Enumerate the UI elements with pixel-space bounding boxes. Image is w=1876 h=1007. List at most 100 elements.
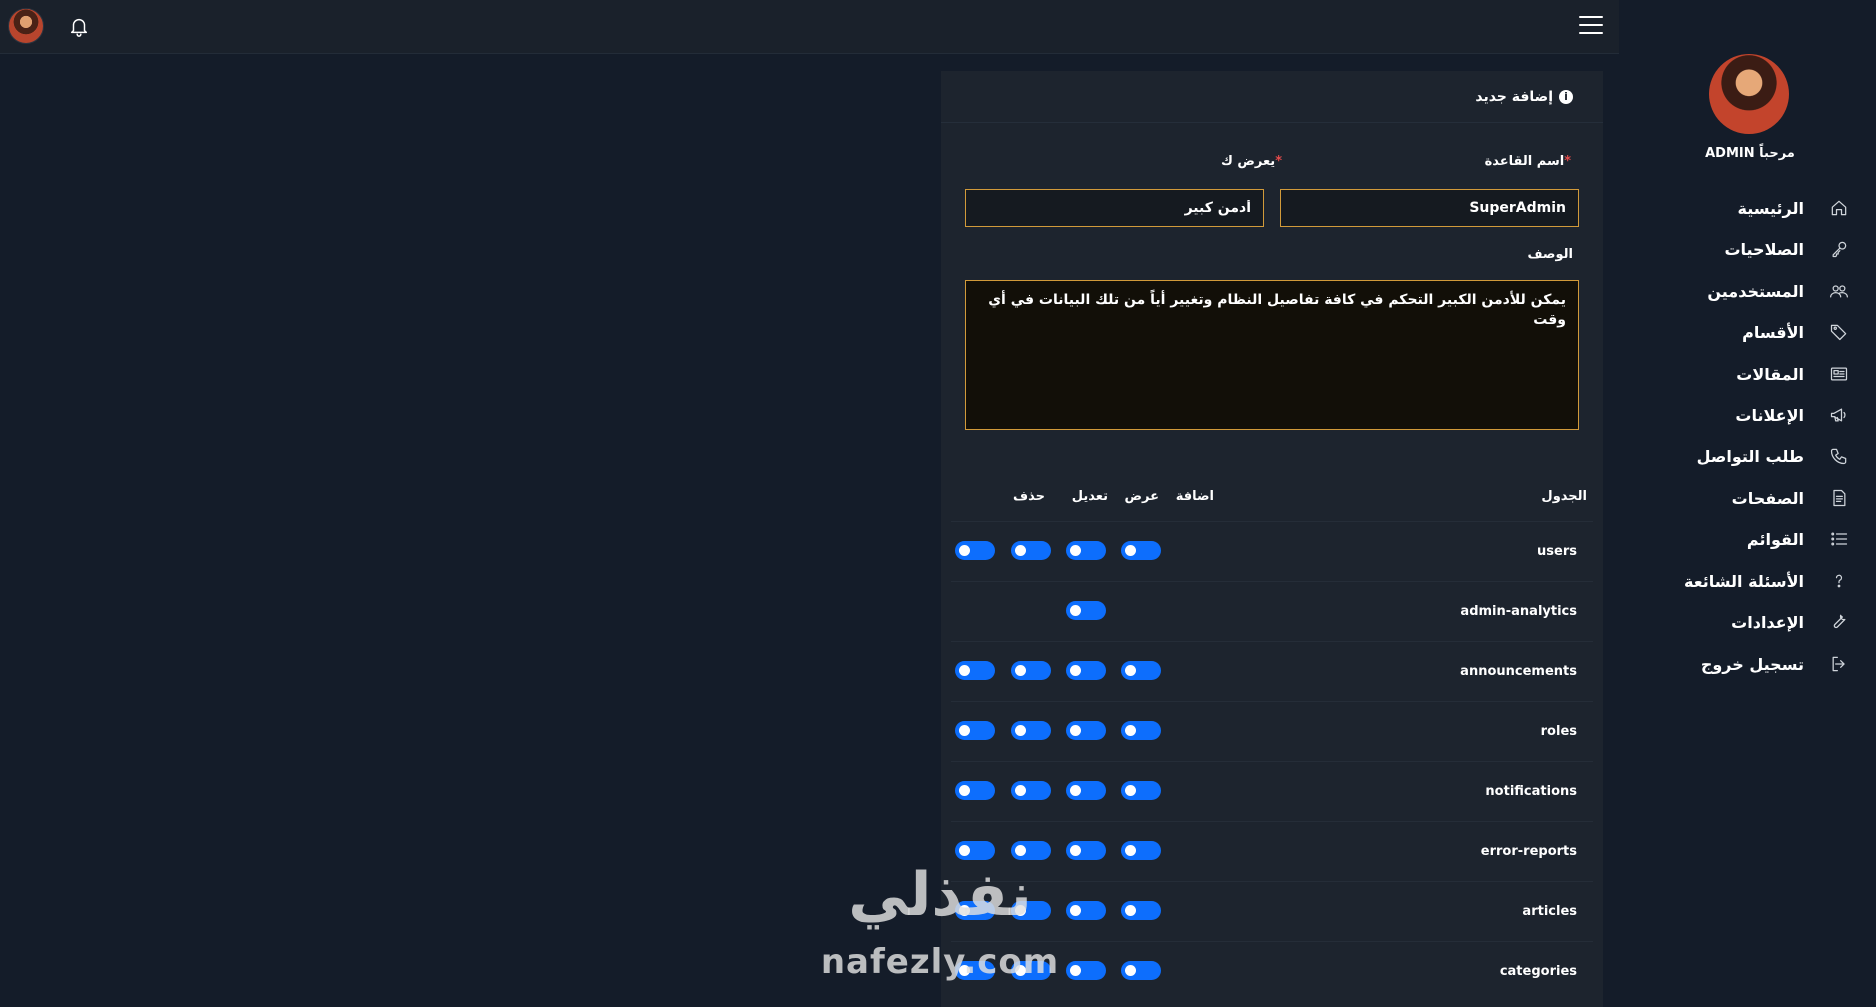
key-icon — [1828, 238, 1850, 260]
permission-row-admin-analytics: admin-analytics — [951, 581, 1593, 641]
role-name-label-text: اسم القاعدة — [1484, 154, 1565, 169]
description-label: الوصف — [1527, 247, 1573, 262]
role-name-input[interactable] — [1280, 189, 1579, 227]
sidebar-item-home[interactable]: الرئيسية — [1680, 191, 1850, 225]
notification-bell-icon[interactable] — [68, 15, 90, 37]
sidebar-item-list[interactable]: القوائم — [1680, 522, 1850, 556]
required-mark: * — [1564, 154, 1571, 169]
delete-toggle-roles[interactable] — [955, 721, 995, 740]
sidebar-item-label: المستخدمين — [1707, 281, 1804, 301]
top-bar — [0, 0, 1619, 54]
role-name-label: *اسم القاعدة — [1485, 154, 1573, 169]
display-as-label-text: يعرض ك — [1220, 154, 1276, 169]
permission-table-name: roles — [1540, 724, 1577, 739]
newspaper-icon — [1828, 363, 1850, 385]
permission-table-name: categories — [1499, 964, 1577, 979]
edit-toggle-users[interactable] — [1011, 541, 1051, 560]
sidebar-item-newspaper[interactable]: المقالات — [1680, 357, 1850, 391]
sidebar-avatar — [1709, 54, 1789, 134]
sidebar-item-question[interactable]: الأسئلة الشائعة — [1680, 564, 1850, 598]
edit-toggle-roles[interactable] — [1011, 721, 1051, 740]
header-edit: تعديل — [1071, 489, 1108, 504]
sidebar-item-label: الصفحات — [1731, 488, 1804, 508]
question-icon — [1828, 570, 1850, 592]
required-mark: * — [1275, 154, 1282, 169]
add-toggle-articles[interactable] — [1121, 901, 1161, 920]
sidebar-item-page[interactable]: الصفحات — [1680, 481, 1850, 515]
sidebar-item-label: تسجيل خروج — [1700, 654, 1804, 674]
delete-toggle-users[interactable] — [955, 541, 995, 560]
hamburger-menu-icon[interactable] — [1579, 16, 1603, 38]
page-icon — [1828, 487, 1850, 509]
view-toggle-users[interactable] — [1066, 541, 1106, 560]
permission-table-name: admin-analytics — [1460, 604, 1577, 619]
info-icon: i — [1559, 90, 1573, 104]
sidebar-item-label: القوائم — [1746, 529, 1804, 549]
permission-table-name: error-reports — [1480, 844, 1577, 859]
sidebar-item-label: الإعلانات — [1735, 405, 1804, 425]
card-title: i إضافة جديد — [1475, 89, 1573, 105]
edit-toggle-error-reports[interactable] — [1011, 841, 1051, 860]
header-view: عرض — [1124, 489, 1159, 504]
sidebar-item-tag[interactable]: الأقسام — [1680, 315, 1850, 349]
permission-table-name: articles — [1522, 904, 1577, 919]
sidebar-item-label: الإعدادات — [1731, 612, 1804, 632]
sidebar-item-label: الأسئلة الشائعة — [1684, 571, 1804, 591]
view-toggle-roles[interactable] — [1066, 721, 1106, 740]
wrench-icon — [1828, 611, 1850, 633]
add-toggle-roles[interactable] — [1121, 721, 1161, 740]
add-toggle-users[interactable] — [1121, 541, 1161, 560]
sidebar-item-users[interactable]: المستخدمين — [1680, 274, 1850, 308]
tag-icon — [1828, 321, 1850, 343]
edit-toggle-notifications[interactable] — [1011, 781, 1051, 800]
view-toggle-categories[interactable] — [1066, 961, 1106, 980]
permission-row-announcements: announcements — [951, 641, 1593, 701]
display-as-input[interactable] — [965, 189, 1264, 227]
header-table: الجدول — [1541, 489, 1587, 504]
sidebar-item-label: طلب التواصل — [1696, 446, 1804, 466]
edit-toggle-announcements[interactable] — [1011, 661, 1051, 680]
description-textarea[interactable]: يمكن للأدمن الكبير التحكم في كافة تفاصيل… — [965, 280, 1579, 430]
add-toggle-announcements[interactable] — [1121, 661, 1161, 680]
card-title-text: إضافة جديد — [1475, 89, 1553, 105]
view-toggle-notifications[interactable] — [1066, 781, 1106, 800]
add-toggle-notifications[interactable] — [1121, 781, 1161, 800]
view-toggle-error-reports[interactable] — [1066, 841, 1106, 860]
permission-row-articles: articles — [951, 881, 1593, 941]
view-toggle-articles[interactable] — [1066, 901, 1106, 920]
delete-toggle-categories[interactable] — [955, 961, 995, 980]
view-toggle-admin-analytics[interactable] — [1066, 601, 1106, 620]
sidebar-item-key[interactable]: الصلاحيات — [1680, 232, 1850, 266]
sidebar-item-logout[interactable]: تسجيل خروج — [1680, 647, 1850, 681]
permission-table-name: users — [1537, 544, 1577, 559]
add-toggle-error-reports[interactable] — [1121, 841, 1161, 860]
delete-toggle-articles[interactable] — [955, 901, 995, 920]
sidebar-item-wrench[interactable]: الإعدادات — [1680, 605, 1850, 639]
permission-table-name: notifications — [1485, 784, 1577, 799]
header-add: اضافة — [1175, 489, 1214, 504]
welcome-text: مرحباً ADMIN — [1705, 146, 1795, 161]
megaphone-icon — [1828, 404, 1850, 426]
user-avatar[interactable] — [8, 8, 44, 44]
sidebar-item-label: المقالات — [1736, 364, 1804, 384]
permission-row-error-reports: error-reports — [951, 821, 1593, 881]
sidebar-item-label: الأقسام — [1742, 322, 1804, 342]
delete-toggle-error-reports[interactable] — [955, 841, 995, 860]
delete-toggle-notifications[interactable] — [955, 781, 995, 800]
sidebar-item-megaphone[interactable]: الإعلانات — [1680, 398, 1850, 432]
sidebar-item-phone[interactable]: طلب التواصل — [1680, 439, 1850, 473]
view-toggle-announcements[interactable] — [1066, 661, 1106, 680]
permission-row-users: users — [951, 521, 1593, 581]
permission-row-categories: categories — [951, 941, 1593, 1001]
sidebar-item-label: الرئيسية — [1737, 198, 1805, 218]
home-icon — [1828, 197, 1850, 219]
permission-row-notifications: notifications — [951, 761, 1593, 821]
header-delete: حذف — [1013, 489, 1045, 504]
add-toggle-categories[interactable] — [1121, 961, 1161, 980]
delete-toggle-announcements[interactable] — [955, 661, 995, 680]
display-as-label: *يعرض ك — [1221, 154, 1284, 169]
edit-toggle-categories[interactable] — [1011, 961, 1051, 980]
edit-toggle-articles[interactable] — [1011, 901, 1051, 920]
permission-row-roles: roles — [951, 701, 1593, 761]
sidebar-item-label: الصلاحيات — [1724, 239, 1804, 259]
